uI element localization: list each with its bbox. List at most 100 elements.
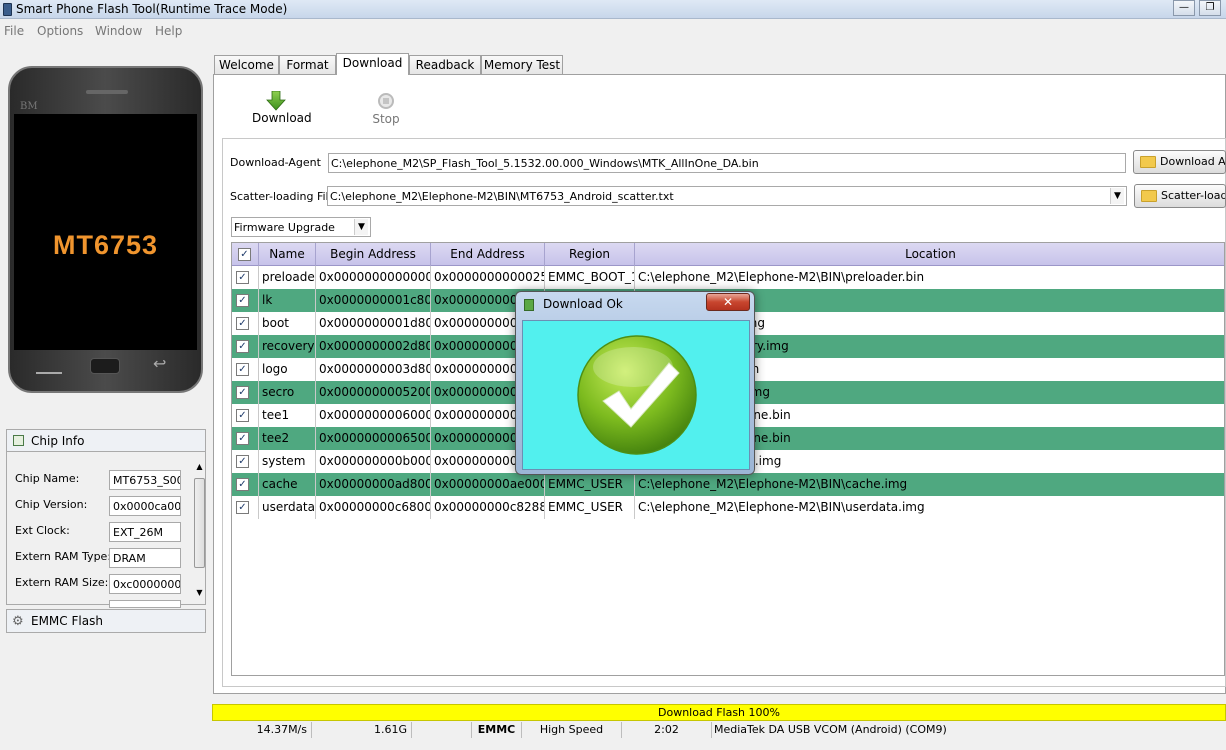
download-button[interactable]: Download xyxy=(252,91,312,129)
chip-info-icon xyxy=(13,435,24,446)
checkbox-icon[interactable]: ✓ xyxy=(236,478,249,491)
window-title: Smart Phone Flash Tool(Runtime Trace Mod… xyxy=(16,2,288,16)
chip-info-scrollbar[interactable]: ▲ ▼ xyxy=(193,462,206,602)
maximize-button[interactable]: ❐ xyxy=(1199,0,1221,16)
scatter-loading-button[interactable]: Scatter-loading xyxy=(1134,184,1226,208)
ram-type-label: Extern RAM Type: xyxy=(15,550,112,563)
table-header: ✓ Name Begin Address End Address Region … xyxy=(232,243,1224,266)
header-end-address: End Address xyxy=(431,243,545,266)
tab-readback[interactable]: Readback xyxy=(409,55,481,75)
chip-name-label: Chip Name: xyxy=(15,472,80,485)
phone-model-label: MT6753 xyxy=(52,230,159,260)
minimize-button[interactable]: — xyxy=(1173,0,1195,16)
menu-options[interactable]: Options xyxy=(37,24,83,38)
chip-version-field: 0x0000ca00 xyxy=(109,496,181,516)
scroll-up-icon[interactable]: ▲ xyxy=(193,462,206,474)
cell-begin: 0x0000000001c80000 xyxy=(316,289,431,312)
row-checkbox-cell: ✓ xyxy=(232,450,259,473)
checkbox-icon[interactable]: ✓ xyxy=(236,432,249,445)
stop-button[interactable]: Stop xyxy=(370,92,402,128)
row-checkbox-cell: ✓ xyxy=(232,335,259,358)
tab-format[interactable]: Format xyxy=(279,55,336,75)
header-select-all[interactable]: ✓ xyxy=(232,243,259,266)
cell-begin: 0x0000000005200000 xyxy=(316,381,431,404)
checkbox-icon[interactable]: ✓ xyxy=(236,409,249,422)
menu-window[interactable]: Window xyxy=(95,24,142,38)
table-row[interactable]: ✓ userdata0x00000000c68000000x00000000c82… xyxy=(232,496,1224,519)
tab-welcome[interactable]: Welcome xyxy=(214,55,279,75)
scatter-file-label: Scatter-loading File xyxy=(230,190,336,203)
cell-begin: 0x0000000003d80000 xyxy=(316,358,431,381)
scatter-loading-button-label: Scatter-loading xyxy=(1161,189,1225,202)
cell-end: 0x00000000c8288267 xyxy=(431,496,545,519)
checkbox-icon[interactable]: ✓ xyxy=(236,294,249,307)
checkbox-icon[interactable]: ✓ xyxy=(238,248,251,261)
cell-begin: 0x0000000001d80000 xyxy=(316,312,431,335)
cell-name: system xyxy=(259,450,316,473)
cell-begin: 0x0000000006500000 xyxy=(316,427,431,450)
cell-location: C:\elephone_M2\Elephone-M2\BIN\preloader… xyxy=(638,270,925,284)
cell-end: 0x0000000000025ac7 xyxy=(431,266,545,289)
dialog-close-button[interactable]: ✕ xyxy=(706,293,750,311)
chevron-down-icon[interactable]: ▼ xyxy=(354,219,368,235)
menu-file[interactable]: File xyxy=(4,24,24,38)
row-checkbox-cell: ✓ xyxy=(232,381,259,404)
dialog-body xyxy=(522,320,750,470)
ram-size-label: Extern RAM Size: xyxy=(15,576,109,589)
dialog-title: Download Ok xyxy=(543,297,623,311)
phone-menu-key-icon xyxy=(36,360,62,374)
tab-memory-test[interactable]: Memory Test xyxy=(481,55,563,75)
row-checkbox-cell: ✓ xyxy=(232,404,259,427)
scroll-down-icon[interactable]: ▼ xyxy=(193,588,206,600)
header-name: Name xyxy=(259,243,316,266)
row-checkbox-cell: ✓ xyxy=(232,289,259,312)
gear-icon: ⚙ xyxy=(12,614,24,629)
chip-info-panel: Chip Info Chip Name: MT6753_S00 Chip Ver… xyxy=(6,429,206,608)
ext-clock-field: EXT_26M xyxy=(109,522,181,542)
cell-end: 0x00000000ae00012f xyxy=(431,473,545,496)
checkbox-icon[interactable]: ✓ xyxy=(236,501,249,514)
download-arrow-icon xyxy=(266,91,286,111)
phone-image: BM MT6753 ↩ xyxy=(8,66,203,393)
checkbox-icon[interactable]: ✓ xyxy=(236,271,249,284)
title-bar: Smart Phone Flash Tool(Runtime Trace Mod… xyxy=(0,0,1226,19)
tab-download[interactable]: Download xyxy=(336,53,409,75)
phone-screen: MT6753 xyxy=(14,114,197,350)
download-agent-input[interactable]: C:\elephone_M2\SP_Flash_Tool_5.1532.00.0… xyxy=(328,153,1126,173)
download-mode-value: Firmware Upgrade xyxy=(234,221,335,234)
chip-info-header[interactable]: Chip Info xyxy=(7,430,205,452)
status-blank xyxy=(412,722,472,738)
checkbox-icon[interactable]: ✓ xyxy=(236,363,249,376)
checkbox-icon[interactable]: ✓ xyxy=(236,317,249,330)
checkbox-icon[interactable]: ✓ xyxy=(236,455,249,468)
cell-name: userdata xyxy=(259,496,316,519)
cell-name: preloader xyxy=(259,266,316,289)
checkbox-icon[interactable]: ✓ xyxy=(236,340,249,353)
table-row[interactable]: ✓ preloader0x00000000000000000x0000000000… xyxy=(232,266,1224,289)
cell-name: tee1 xyxy=(259,404,316,427)
menu-help[interactable]: Help xyxy=(155,24,182,38)
header-begin-address: Begin Address xyxy=(316,243,431,266)
status-port: MediaTek DA USB VCOM (Android) (COM9) xyxy=(714,723,947,736)
phone-speaker xyxy=(86,90,128,94)
phone-back-key-icon: ↩ xyxy=(153,354,167,373)
table-row[interactable]: ✓ cache0x00000000ad8000000x00000000ae0001… xyxy=(232,473,1224,496)
download-agent-button[interactable]: Download Agent xyxy=(1133,150,1226,174)
scroll-thumb[interactable] xyxy=(194,478,205,568)
success-check-icon xyxy=(577,335,697,455)
scatter-file-select[interactable]: C:\elephone_M2\Elephone-M2\BIN\MT6753_An… xyxy=(327,186,1127,206)
emmc-flash-panel[interactable]: ⚙ EMMC Flash xyxy=(6,609,206,633)
checkbox-icon[interactable]: ✓ xyxy=(236,386,249,399)
stop-icon xyxy=(378,93,394,109)
row-checkbox-cell: ✓ xyxy=(232,266,259,289)
download-mode-select[interactable]: Firmware Upgrade ▼ xyxy=(231,217,371,237)
emmc-flash-title: EMMC Flash xyxy=(31,614,103,628)
cell-location: C:\elephone_M2\Elephone-M2\BIN\cache.img xyxy=(638,477,908,491)
folder-icon xyxy=(1141,190,1157,202)
chevron-down-icon[interactable]: ▼ xyxy=(1110,188,1124,204)
phone-brand: BM xyxy=(20,101,38,112)
dialog-app-icon xyxy=(524,299,534,311)
cell-begin: 0x000000000b000000 xyxy=(316,450,431,473)
row-checkbox-cell: ✓ xyxy=(232,473,259,496)
download-agent-button-label: Download Agent xyxy=(1160,155,1226,168)
